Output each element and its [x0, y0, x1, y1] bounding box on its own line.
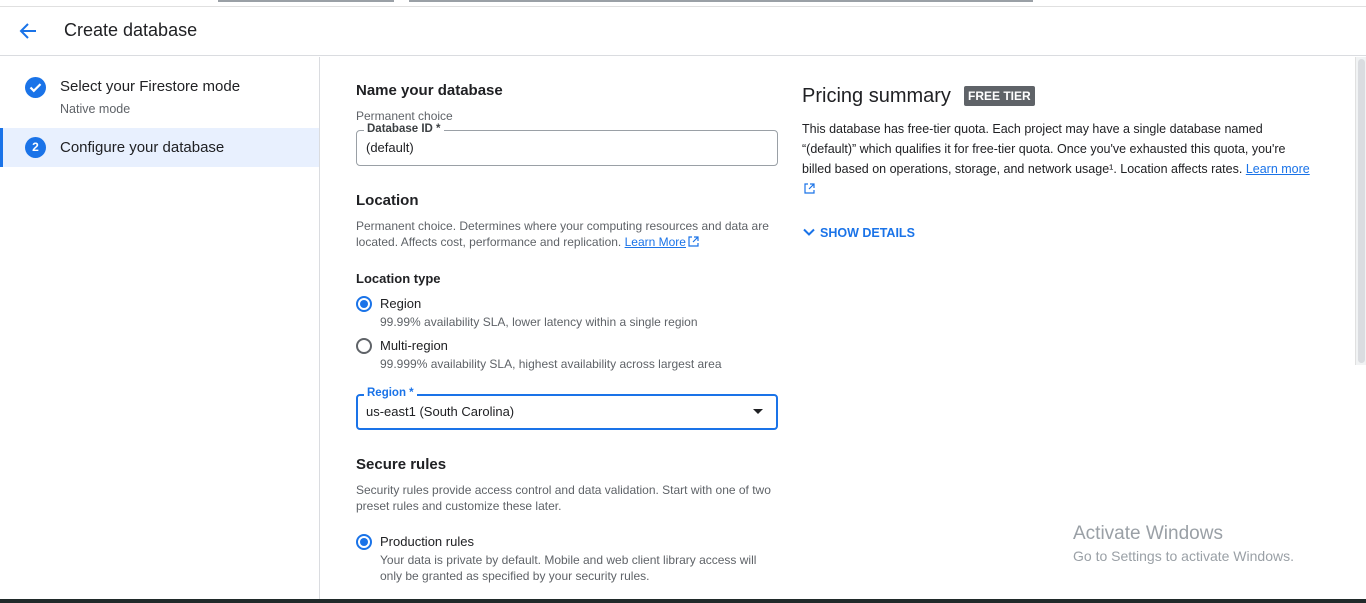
region-radio-label[interactable]: Region [380, 296, 421, 311]
back-button[interactable] [14, 17, 42, 45]
free-tier-badge: FREE TIER [964, 86, 1035, 106]
database-id-field[interactable]: Database ID * (default) [356, 122, 778, 166]
step-subtitle: Native mode [60, 102, 131, 116]
database-id-input[interactable]: (default) [366, 140, 414, 155]
location-heading: Location [356, 192, 419, 209]
name-heading: Name your database [356, 82, 503, 99]
region-radio-desc: 99.99% availability SLA, lower latency w… [380, 315, 698, 329]
region-radio[interactable] [356, 296, 372, 312]
top-strip-segment [218, 0, 394, 2]
dropdown-arrow-icon [753, 409, 763, 414]
external-link-icon [688, 236, 699, 247]
watermark-line1: Activate Windows [1073, 523, 1223, 544]
step-title: Configure your database [60, 139, 225, 156]
production-rules-radio[interactable] [356, 534, 372, 550]
location-description: Permanent choice. Determines where your … [356, 218, 776, 250]
secure-rules-heading: Secure rules [356, 456, 447, 473]
step-select-mode[interactable]: Select your Firestore mode Native mode [0, 69, 319, 125]
check-circle-icon [25, 77, 46, 98]
arrow-back-icon [19, 23, 36, 39]
production-rules-desc: Your data is private by default. Mobile … [380, 553, 757, 583]
database-id-label: Database ID * [364, 122, 444, 136]
browser-top-strip [0, 0, 1366, 7]
step-title: Select your Firestore mode [60, 78, 241, 95]
vertical-scrollbar[interactable] [1355, 57, 1366, 365]
region-select-value: us-east1 (South Carolina) [366, 404, 515, 419]
location-type-label: Location type [356, 271, 441, 286]
windows-activation-watermark: Activate Windows Go to Settings to activ… [1073, 523, 1294, 564]
scrollbar-thumb[interactable] [1358, 59, 1365, 363]
taskbar-edge [0, 599, 1366, 603]
external-link-icon [804, 183, 815, 194]
page-header: Create database [0, 7, 1366, 56]
region-select-label: Region * [364, 386, 417, 400]
pricing-title: Pricing summary [802, 85, 951, 107]
watermark-line2: Go to Settings to activate Windows. [1073, 548, 1294, 564]
learn-more-link[interactable]: Learn More [625, 235, 686, 249]
step-configure-database[interactable]: 2 Configure your database [0, 128, 319, 167]
production-rules-label[interactable]: Production rules [380, 534, 474, 549]
show-details-label: SHOW DETAILS [820, 226, 915, 240]
multi-region-radio[interactable] [356, 338, 372, 354]
pricing-learn-more-link[interactable]: Learn more [1246, 162, 1310, 176]
stepper-sidebar: Select your Firestore mode Native mode 2… [0, 57, 320, 603]
region-select[interactable]: Region * us-east1 (South Carolina) [356, 386, 778, 430]
pricing-description-text: This database has free-tier quota. Each … [802, 122, 1286, 176]
chevron-down-icon [803, 228, 815, 236]
show-details-button[interactable]: SHOW DETAILS [802, 225, 915, 240]
secure-rules-description: Security rules provide access control an… [356, 483, 771, 513]
location-description-text: Permanent choice. Determines where your … [356, 219, 769, 249]
page-title: Create database [64, 20, 198, 40]
multi-region-radio-label[interactable]: Multi-region [380, 338, 448, 353]
top-strip-segment [409, 0, 1033, 2]
step-number: 2 [25, 137, 46, 158]
multi-region-radio-desc: 99.999% availability SLA, highest availa… [380, 357, 722, 371]
pricing-description: This database has free-tier quota. Each … [802, 119, 1310, 199]
